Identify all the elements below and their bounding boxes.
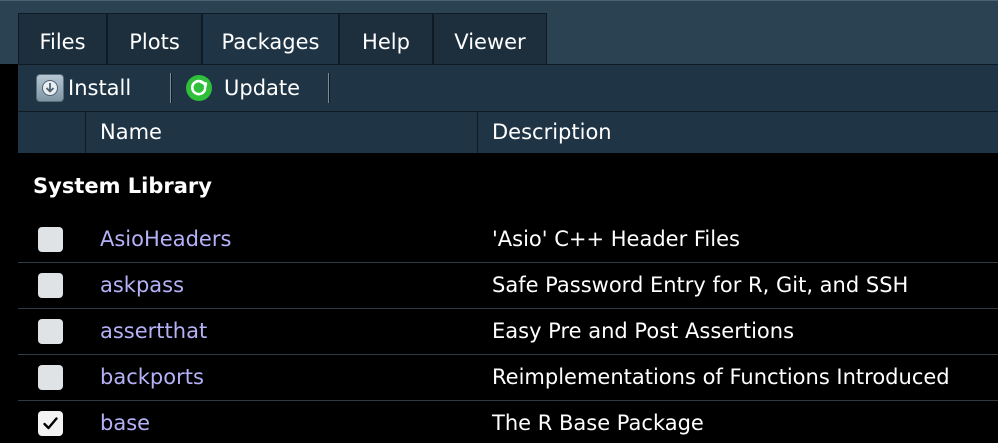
install-icon bbox=[36, 74, 64, 102]
package-checkbox[interactable] bbox=[38, 227, 63, 252]
tab-plots[interactable]: Plots bbox=[107, 13, 202, 65]
package-checkbox[interactable] bbox=[38, 365, 63, 390]
install-label: Install bbox=[68, 76, 132, 100]
column-header-name[interactable]: Name bbox=[86, 112, 478, 153]
table-row: backports Reimplementations of Functions… bbox=[18, 355, 998, 401]
update-label: Update bbox=[224, 76, 301, 100]
group-label-system-library: System Library bbox=[33, 174, 212, 198]
column-header-description[interactable]: Description bbox=[478, 112, 998, 153]
group-row: System Library bbox=[18, 153, 998, 217]
packages-table: System Library AsioHeaders 'Asio' C++ He… bbox=[18, 153, 998, 443]
install-button[interactable]: Install bbox=[36, 65, 131, 111]
package-name-link[interactable]: backports bbox=[100, 355, 204, 400]
refresh-icon bbox=[184, 73, 214, 103]
toolbar-separator bbox=[170, 73, 171, 103]
packages-toolbar: Install Update bbox=[18, 64, 998, 111]
table-header: Name Description bbox=[18, 111, 998, 153]
package-name-link[interactable]: AsioHeaders bbox=[100, 217, 231, 262]
pane-tab-bar: Files Plots Packages Help Viewer bbox=[0, 0, 998, 65]
package-name-link[interactable]: askpass bbox=[100, 263, 184, 308]
package-description: Reimplementations of Functions Introduce… bbox=[492, 365, 950, 389]
package-description: 'Asio' C++ Header Files bbox=[492, 227, 740, 251]
column-header-select bbox=[18, 112, 86, 153]
package-name-link[interactable]: assertthat bbox=[100, 309, 207, 354]
tab-viewer[interactable]: Viewer bbox=[433, 13, 547, 65]
checkmark-icon bbox=[43, 417, 58, 430]
update-button[interactable]: Update bbox=[184, 65, 300, 111]
tab-help[interactable]: Help bbox=[339, 13, 433, 65]
table-row: AsioHeaders 'Asio' C++ Header Files bbox=[18, 217, 998, 263]
toolbar-separator bbox=[328, 73, 329, 103]
package-checkbox[interactable] bbox=[38, 273, 63, 298]
package-description: The R Base Package bbox=[492, 411, 704, 435]
table-row: askpass Safe Password Entry for R, Git, … bbox=[18, 263, 998, 309]
package-name-link[interactable]: base bbox=[100, 401, 150, 443]
table-row: base The R Base Package bbox=[18, 401, 998, 443]
tab-packages[interactable]: Packages bbox=[202, 13, 339, 65]
table-row: assertthat Easy Pre and Post Assertions bbox=[18, 309, 998, 355]
package-description: Safe Password Entry for R, Git, and SSH bbox=[492, 273, 909, 297]
package-checkbox-checked[interactable] bbox=[38, 411, 63, 436]
package-checkbox[interactable] bbox=[38, 319, 63, 344]
tab-files[interactable]: Files bbox=[18, 13, 107, 65]
package-description: Easy Pre and Post Assertions bbox=[492, 319, 795, 343]
packages-pane: Files Plots Packages Help Viewer Install bbox=[0, 0, 998, 443]
